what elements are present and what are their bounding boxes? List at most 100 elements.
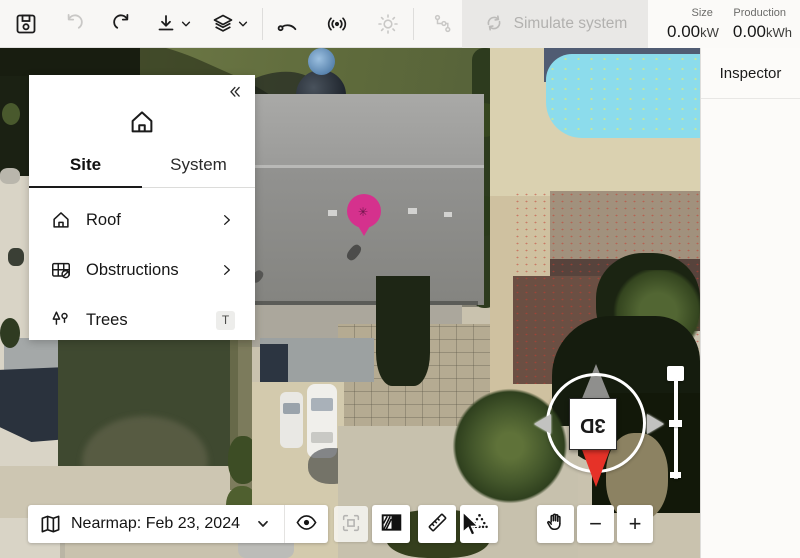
simulate-system-button[interactable]: Simulate system	[462, 0, 648, 48]
undo-button[interactable]	[54, 4, 94, 44]
toolbar-divider	[413, 8, 414, 40]
map-car-rear-window	[311, 432, 333, 443]
size-value-row: 0.00kW	[667, 23, 719, 41]
production-label: Production	[733, 8, 786, 19]
map-region-rock	[0, 168, 20, 184]
production-metric: Production 0.00kWh	[733, 8, 792, 41]
signal-tool-button[interactable]	[317, 4, 357, 44]
map-car-windshield	[283, 403, 300, 414]
chevron-down-icon	[256, 517, 270, 531]
pin-tail	[355, 221, 373, 236]
map-region-trees	[376, 276, 430, 386]
map-region-bush	[2, 103, 20, 125]
nodes-icon	[431, 12, 455, 36]
house-icon	[49, 209, 73, 231]
map-icon	[39, 513, 62, 536]
tab-site[interactable]: Site	[29, 155, 142, 188]
chevron-right-icon	[219, 262, 235, 278]
export-menu-button[interactable]	[149, 4, 197, 44]
map-car	[307, 384, 337, 458]
tab-system[interactable]: System	[142, 155, 255, 188]
site-panel-items: Roof Ob	[29, 195, 255, 345]
zoom-slider-handle[interactable]	[667, 366, 684, 381]
site-location-pin[interactable]: ✳	[345, 194, 383, 242]
site-house-icon	[29, 107, 255, 137]
arc-tool-icon	[275, 12, 299, 36]
save-icon	[14, 12, 38, 36]
sidebar-item-obstructions[interactable]: Obstructions	[29, 245, 255, 295]
zoom-in-button[interactable]: +	[617, 505, 653, 543]
signal-icon	[325, 12, 349, 36]
compass-control[interactable]: 3D	[534, 361, 664, 491]
zoom-slider-end-tick	[670, 472, 681, 478]
solar-design-app: ✳ 3D	[0, 0, 800, 558]
dotted-triangle-icon	[468, 511, 491, 537]
sidebar-item-label: Obstructions	[86, 261, 219, 280]
zoom-slider-mid-tick	[669, 420, 682, 427]
measure-ruler-button[interactable]	[418, 505, 456, 543]
draw-polygon-button[interactable]	[460, 505, 498, 543]
toolbar-divider	[262, 8, 263, 40]
ruler-icon	[426, 511, 449, 537]
tab-site-label: Site	[70, 155, 101, 175]
map-water-tower-cap	[308, 48, 335, 75]
production-value: 0.00	[733, 22, 766, 41]
site-panel: Site System Roof	[29, 75, 255, 340]
imagery-source-label: Nearmap: Feb 23, 2024	[71, 515, 256, 533]
stringing-button[interactable]	[423, 4, 463, 44]
chevron-down-icon	[180, 18, 192, 30]
undo-icon	[62, 12, 86, 36]
zoom-slider[interactable]	[660, 360, 692, 490]
compass-west-arrow	[534, 414, 551, 434]
chevron-right-icon	[219, 212, 235, 228]
plus-icon: +	[629, 513, 642, 535]
production-value-row: 0.00kWh	[733, 23, 792, 41]
contrast-swatch-icon	[380, 511, 403, 537]
toggle-3d-label: 3D	[580, 413, 606, 436]
redo-button[interactable]	[102, 4, 142, 44]
zoom-slider-track	[674, 381, 678, 479]
arc-tool-button[interactable]	[267, 4, 307, 44]
sun-icon	[376, 12, 400, 36]
sidebar-item-roof[interactable]: Roof	[29, 195, 255, 245]
shortcut-badge: T	[216, 311, 235, 330]
compass-south-needle	[581, 447, 611, 487]
imagery-chooser[interactable]: Nearmap: Feb 23, 2024	[28, 505, 328, 543]
map-region-bush	[0, 318, 20, 348]
size-metric: Size 0.00kW	[667, 8, 719, 41]
zoom-out-button[interactable]: −	[577, 505, 614, 543]
map-car-windshield	[311, 398, 333, 411]
hand-icon	[544, 511, 567, 537]
obstructions-grid-icon	[49, 259, 73, 281]
size-value: 0.00	[667, 22, 700, 41]
pin-sun-glyph: ✳	[358, 205, 368, 219]
pan-tool-button[interactable]	[537, 505, 574, 543]
map-car	[280, 392, 303, 448]
map-region-pool-speckles	[546, 54, 700, 138]
map-region-object	[8, 248, 24, 266]
inspector-title: Inspector	[701, 48, 800, 99]
inspector-panel: Inspector	[700, 48, 800, 558]
download-icon	[154, 12, 178, 36]
system-metrics: Size 0.00kW Production 0.00kWh	[648, 0, 800, 48]
marquee-select-button[interactable]	[334, 506, 368, 542]
production-unit: kWh	[766, 25, 792, 40]
tab-system-label: System	[170, 155, 227, 175]
layers-icon	[211, 12, 235, 36]
size-unit: kW	[700, 25, 719, 40]
imagery-visibility-button[interactable]	[285, 505, 328, 543]
collapse-panel-button[interactable]	[223, 83, 245, 105]
sidebar-item-label: Trees	[86, 311, 216, 330]
save-button[interactable]	[6, 4, 46, 44]
site-panel-tabs: Site System	[29, 155, 255, 188]
trees-icon	[49, 309, 73, 331]
sidebar-item-label: Roof	[86, 211, 219, 230]
toggle-3d-button[interactable]: 3D	[569, 398, 617, 450]
imagery-contrast-button[interactable]	[372, 505, 410, 543]
layers-menu-button[interactable]	[205, 4, 255, 44]
irradiance-button[interactable]	[368, 4, 408, 44]
top-toolbar: Simulate system Size 0.00kW Production 0…	[0, 0, 800, 48]
marquee-selection-icon	[340, 512, 362, 537]
minus-icon: −	[589, 513, 602, 535]
sidebar-item-trees[interactable]: Trees T	[29, 295, 255, 345]
